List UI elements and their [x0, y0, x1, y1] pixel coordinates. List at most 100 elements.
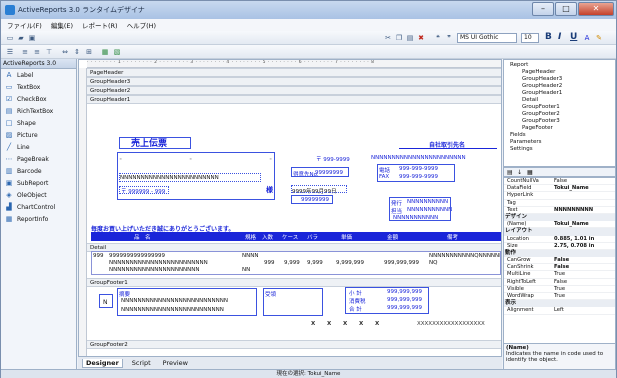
font-size-select[interactable]: 10 [521, 33, 539, 43]
cut-icon[interactable]: ✂ [384, 34, 392, 42]
delete-icon[interactable]: ✖ [417, 34, 425, 42]
band-page-header[interactable]: PageHeader [87, 68, 501, 77]
underline-button[interactable]: U [570, 32, 577, 42]
menu-report[interactable]: レポート(R) [82, 20, 118, 30]
minimize-button[interactable]: – [532, 2, 554, 16]
tree-item-fields[interactable]: Fields [510, 132, 526, 138]
same-height-icon[interactable]: ⇕ [73, 48, 81, 56]
tree-item-pageheader[interactable]: PageHeader [522, 69, 555, 75]
menu-help[interactable]: ヘルプ(H) [127, 20, 156, 30]
prop-category-display[interactable]: 表示 [504, 300, 615, 308]
close-button[interactable]: ✕ [578, 2, 614, 16]
date-field[interactable] [291, 185, 347, 193]
align-top-icon[interactable]: ⊤ [45, 48, 53, 56]
band-group-header2[interactable]: GroupHeader2 [87, 86, 501, 95]
alphabetical-icon[interactable]: ↓ [517, 169, 522, 176]
x-mark-2[interactable]: X [327, 321, 331, 327]
toolbox-item-subreport[interactable]: ▣ SubReport [1, 177, 76, 189]
prop-category-layout[interactable]: レイアウト [504, 228, 615, 236]
x-mark-5[interactable]: X [375, 321, 379, 327]
address-value[interactable]: NNNNNNNNNNNNNNNNNNNNNNN [371, 155, 499, 161]
toolbox-item-richtextbox[interactable]: ▤ RichTextBox [1, 105, 76, 117]
prop-row[interactable]: Visible True [504, 286, 615, 293]
toolbox-item-oleobject[interactable]: ◈ OleObject [1, 189, 76, 201]
band-group-footer2[interactable]: GroupFooter2 [87, 340, 501, 349]
menu-edit[interactable]: 編集(E) [51, 20, 73, 30]
toolbox-item-chartcontrol[interactable]: ▟ ChartControl [1, 201, 76, 213]
toolbox-item-textbox[interactable]: ▭ TextBox [1, 81, 76, 93]
quote-open-icon[interactable]: ❝ [434, 34, 442, 42]
prop-row[interactable]: MultiLine True [504, 271, 615, 279]
menu-file[interactable]: ファイル(F) [7, 20, 42, 30]
prop-row[interactable]: Tag [504, 200, 615, 207]
bring-front-icon[interactable]: ▦ [101, 48, 109, 56]
prop-category-behavior[interactable]: 動作 [504, 249, 615, 258]
maximize-button[interactable]: □ [555, 2, 577, 16]
zip-value[interactable]: 〒 999999 - 999 [121, 187, 165, 195]
tree-item-groupfooter1[interactable]: GroupFooter1 [522, 104, 560, 110]
prop-row[interactable]: RightToLeft False [504, 279, 615, 286]
x-fill[interactable]: XXXXXXXXXXXXXXXXXX [417, 321, 499, 327]
prop-row[interactable]: WordWrap True [504, 293, 615, 301]
same-size-icon[interactable]: ⊞ [85, 48, 93, 56]
customer-name-value[interactable]: NNNNNNNNNNNNNNNNNNNNNNNN [120, 175, 260, 181]
font-name-select[interactable]: MS UI Gothic [457, 33, 517, 43]
align-right-icon[interactable]: ≡ [33, 48, 41, 56]
prop-row[interactable]: CanGrow False [504, 257, 615, 265]
prop-row[interactable]: Text NNNNNNNNN [504, 207, 615, 214]
report-title[interactable]: 売上伝票 [131, 136, 167, 149]
align-left-icon[interactable]: ☰ [6, 48, 14, 56]
quote-close-icon[interactable]: ❞ [445, 34, 453, 42]
x-mark-1[interactable]: X [311, 321, 315, 327]
prop-row[interactable]: Alignment Left [504, 307, 615, 315]
tree-item-groupfooter3[interactable]: GroupFooter3 [522, 118, 560, 124]
band-group-header3[interactable]: GroupHeader3 [87, 77, 501, 86]
toolbox-item-line[interactable]: ╱ Line [1, 141, 76, 153]
x-mark-3[interactable]: X [343, 321, 347, 327]
copy-icon[interactable]: ❐ [395, 34, 403, 42]
tree-item-pagefooter[interactable]: PageFooter [522, 125, 553, 131]
bold-button[interactable]: B [545, 32, 552, 42]
save-icon[interactable]: ▣ [28, 34, 36, 42]
toolbox-item-reportinfo[interactable]: ▦ ReportInfo [1, 213, 76, 225]
tree-item-groupheader2[interactable]: GroupHeader2 [522, 83, 562, 89]
postal-value[interactable]: 〒 999-9999 [316, 155, 350, 163]
align-center-icon[interactable]: ≡ [21, 48, 29, 56]
toolbox-item-barcode[interactable]: ▥ Barcode [1, 165, 76, 177]
band-group-header1[interactable]: GroupHeader1 [87, 95, 501, 104]
tab-preview[interactable]: Preview [160, 359, 191, 367]
tree-item-detail[interactable]: Detail [522, 97, 538, 103]
report-designer-canvas[interactable]: · · · · · · · · 1 · · · · · · · · 2 · · … [78, 59, 502, 359]
tree-item-parameters[interactable]: Parameters [510, 139, 541, 145]
property-pages-icon[interactable]: ▦ [527, 169, 533, 176]
toolbox-item-checkbox[interactable]: ☑ CheckBox [1, 93, 76, 105]
tree-item-settings[interactable]: Settings [510, 146, 533, 152]
toolbox-item-label[interactable]: A Label [1, 69, 76, 81]
categorized-icon[interactable]: ▤ [507, 169, 513, 176]
same-width-icon[interactable]: ⇔ [61, 48, 69, 56]
prop-row[interactable]: HyperLink [504, 192, 615, 200]
tree-item-groupheader1[interactable]: GroupHeader1 [522, 90, 562, 96]
band-group-footer1[interactable]: GroupFooter1 [87, 278, 501, 287]
tab-designer[interactable]: Designer [82, 358, 123, 368]
toolbox-item-pagebreak[interactable]: ⋯ PageBreak [1, 153, 76, 165]
toolbox-item-shape[interactable]: □ Shape [1, 117, 76, 129]
new-icon[interactable]: ▭ [6, 34, 14, 42]
prop-row[interactable]: Size 2.75, 0.708 in [504, 243, 615, 250]
tree-item-groupfooter2[interactable]: GroupFooter2 [522, 111, 560, 117]
open-icon[interactable]: ▰ [17, 34, 25, 42]
font-color-icon[interactable]: A [583, 34, 591, 42]
send-back-icon[interactable]: ▧ [113, 48, 121, 56]
x-mark-4[interactable]: X [359, 321, 363, 327]
tree-item-groupheader3[interactable]: GroupHeader3 [522, 76, 562, 82]
highlight-icon[interactable]: ✎ [595, 34, 603, 42]
prop-row[interactable]: CanShrink False [504, 264, 615, 272]
italic-button[interactable]: I [558, 32, 561, 42]
toolbox-item-picture[interactable]: ▨ Picture [1, 129, 76, 141]
prop-category-design[interactable]: デザイン [504, 213, 615, 222]
paste-icon[interactable]: ▤ [406, 34, 414, 42]
tree-item-report[interactable]: Report [510, 62, 528, 68]
prop-row[interactable]: DataField Tokui_Name [504, 185, 615, 193]
prop-row[interactable]: Location 0.885, 1.01 in [504, 236, 615, 243]
tab-script[interactable]: Script [129, 359, 154, 367]
